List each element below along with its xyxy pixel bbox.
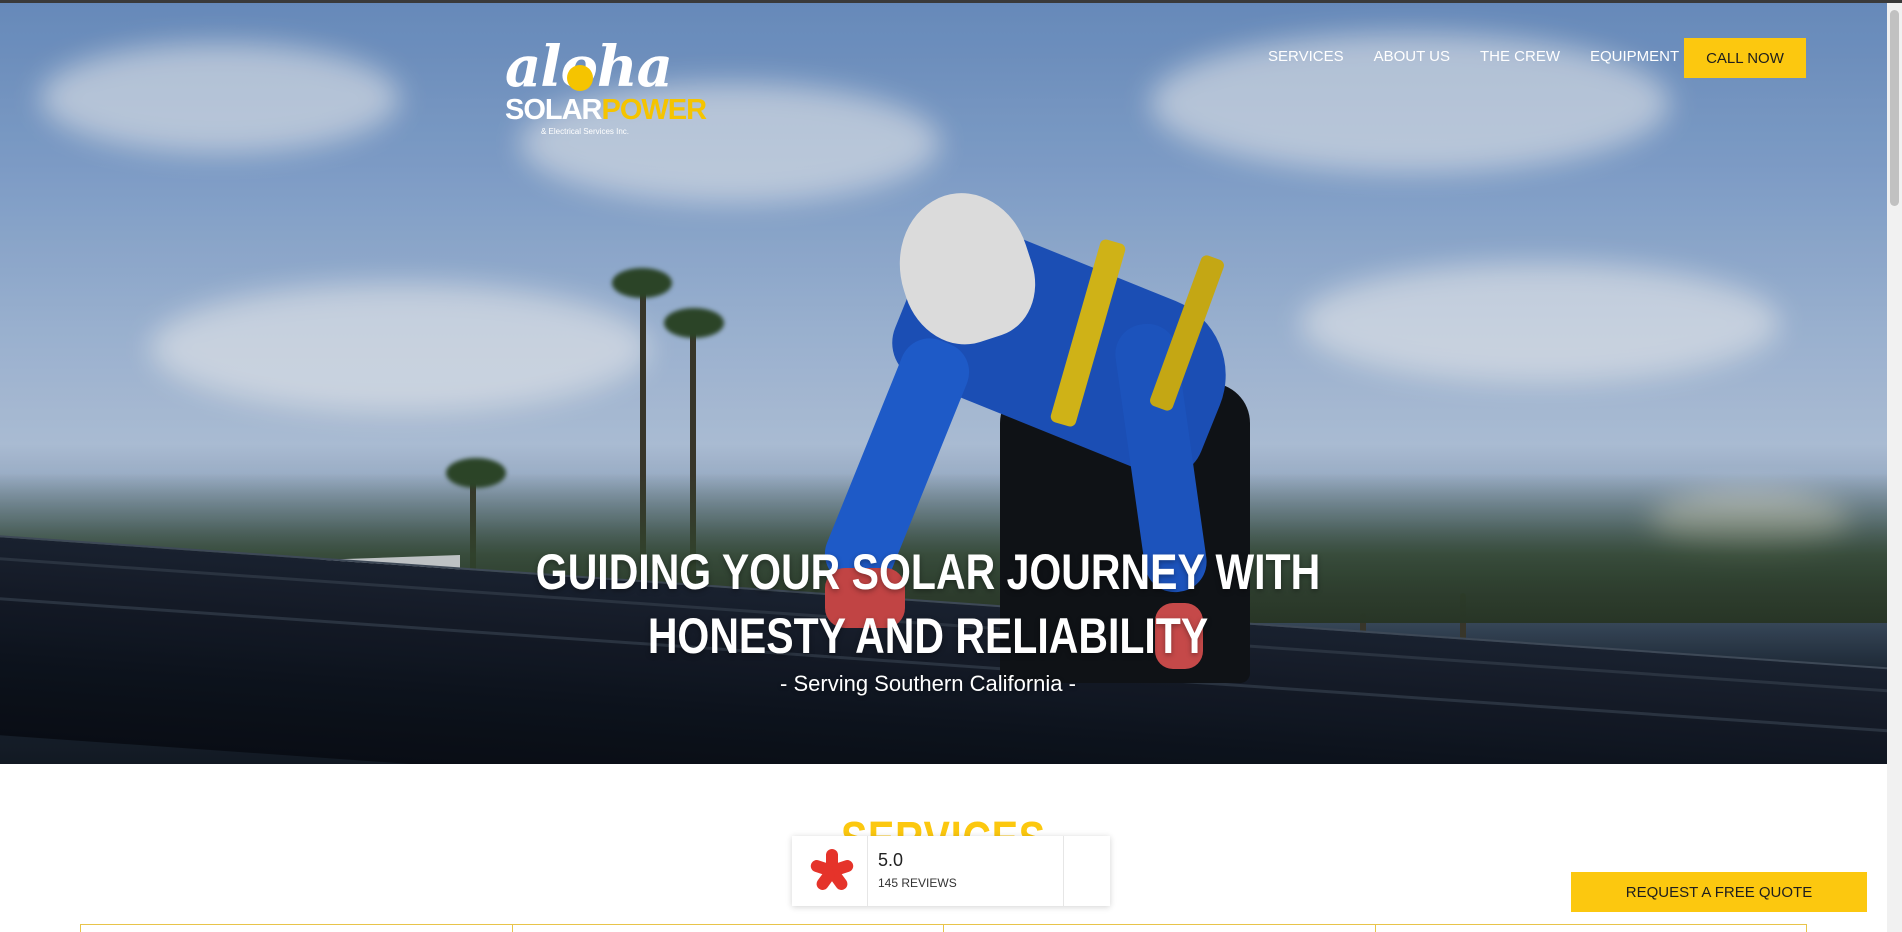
logo-sun-icon bbox=[567, 65, 593, 91]
yelp-rating: 5.0 bbox=[878, 850, 904, 870]
logo-power-text: POWER bbox=[601, 94, 708, 126]
hero-title-line2: HONESTY AND RELIABILITY bbox=[647, 608, 1209, 664]
logo-brand: SOLARPOWER bbox=[505, 94, 707, 126]
hero-title: GUIDING YOUR SOLAR JOURNEY WITH HONESTY … bbox=[167, 540, 1689, 668]
service-card[interactable] bbox=[81, 925, 513, 932]
hero-title-line1: GUIDING YOUR SOLAR JOURNEY WITH bbox=[535, 544, 1321, 600]
yelp-logo bbox=[792, 836, 868, 906]
nav-item-equipment[interactable]: EQUIPMENT bbox=[1590, 48, 1679, 65]
request-quote-button[interactable]: REQUEST A FREE QUOTE bbox=[1571, 872, 1867, 912]
yelp-review-count: 145 REVIEWS bbox=[878, 876, 957, 890]
site-logo[interactable]: aloha SOLARPOWER & Electrical Services I… bbox=[505, 39, 707, 151]
yelp-review-badge[interactable]: 5.0 145 REVIEWS bbox=[792, 836, 1110, 906]
nav-item-about-us[interactable]: ABOUT US bbox=[1374, 48, 1450, 65]
hero-section: aloha SOLARPOWER & Electrical Services I… bbox=[0, 3, 1887, 764]
nav-item-the-crew[interactable]: THE CREW bbox=[1480, 48, 1560, 65]
yelp-burst-icon bbox=[808, 849, 855, 893]
service-card[interactable] bbox=[1376, 925, 1807, 932]
hero-subtitle: - Serving Southern California - bbox=[780, 671, 1076, 696]
scrollbar-thumb[interactable] bbox=[1890, 10, 1899, 206]
service-card[interactable] bbox=[944, 925, 1376, 932]
nav-item-services[interactable]: SERVICES bbox=[1268, 48, 1344, 65]
yelp-badge-spacer bbox=[1064, 836, 1110, 906]
main-nav: SERVICES ABOUT US THE CREW EQUIPMENT bbox=[1268, 48, 1709, 65]
yelp-info: 5.0 145 REVIEWS bbox=[868, 836, 1064, 906]
service-card[interactable] bbox=[513, 925, 944, 932]
services-grid bbox=[80, 924, 1807, 932]
logo-solar-text: SOLAR bbox=[505, 94, 602, 126]
logo-tagline: & Electrical Services Inc. bbox=[540, 127, 630, 136]
call-now-button[interactable]: CALL NOW bbox=[1684, 38, 1806, 78]
